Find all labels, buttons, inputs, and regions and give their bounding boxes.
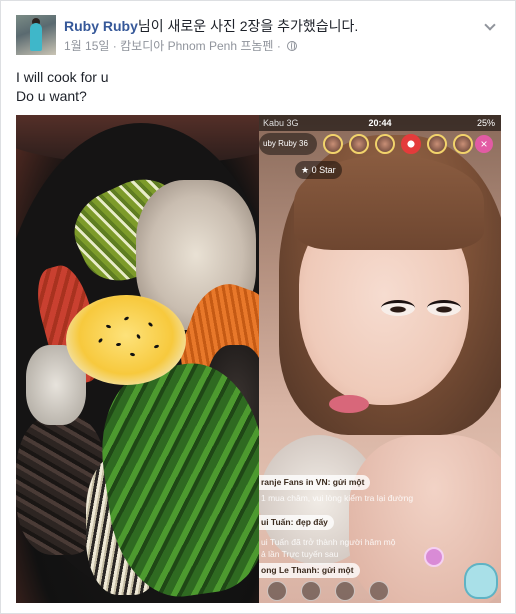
chevron-down-icon[interactable] <box>483 21 497 31</box>
host-name: uby Ruby <box>263 139 297 148</box>
sesame-seed <box>105 324 112 329</box>
share-icon[interactable] <box>369 581 389 601</box>
host-pill[interactable]: uby Ruby 36 <box>259 133 317 155</box>
chat-message: ui Tuấn: đẹp đấy <box>259 515 334 530</box>
sesame-seed <box>153 344 160 349</box>
star-label: 0 Star <box>311 165 336 175</box>
sesame-seed <box>147 321 154 328</box>
sesame-seed <box>135 333 142 340</box>
meta-separator: · <box>112 39 117 53</box>
photo-live-stream[interactable]: Kabu 3G 20:44 25% uby Ruby 36 × ★ 0 Star <box>259 115 501 603</box>
viewer-avatar[interactable] <box>453 134 473 154</box>
chat-message: ranje Fans in VN: gửi một <box>259 475 371 490</box>
sesame-seed <box>123 315 130 322</box>
meta-separator: · <box>276 39 281 53</box>
egg-yolk <box>66 295 186 385</box>
viewer-avatar[interactable] <box>349 134 369 154</box>
post-meta: 1월 15일 · 캄보디아 Phnom Penh 프놈펜 · <box>64 38 298 54</box>
sesame-seed <box>129 352 136 357</box>
eye <box>381 300 415 316</box>
post-action-text: 님이 새로운 사진 2장을 추가했습니다. <box>137 18 359 34</box>
author-avatar[interactable] <box>16 15 56 55</box>
chat-system-message: ả lần Trực tuyến sau <box>261 549 339 559</box>
sesame-seed <box>115 342 122 347</box>
users-icon[interactable] <box>335 581 355 601</box>
phone-status-bar: Kabu 3G 20:44 25% <box>259 115 501 131</box>
author-name-link[interactable]: Ruby Ruby <box>64 18 138 34</box>
battery-label: 25% <box>476 118 495 128</box>
post-date-link[interactable]: 1월 15일 <box>64 39 109 53</box>
live-bottom-bar <box>259 581 501 603</box>
lips <box>329 395 369 413</box>
close-icon[interactable]: × <box>475 135 493 153</box>
post-text-line: I will cook for u <box>16 69 109 85</box>
viewer-avatar[interactable] <box>375 134 395 154</box>
photo-bibimbap[interactable] <box>16 115 259 603</box>
facebook-post: Ruby Ruby님이 새로운 사진 2장을 추가했습니다. 1월 15일 · … <box>0 0 516 614</box>
sesame-seed <box>97 337 104 344</box>
chat-message: ong Le Thanh: gửi một <box>259 563 360 578</box>
post-text: I will cook for u Do u want? <box>16 68 109 106</box>
photo-grid: Kabu 3G 20:44 25% uby Ruby 36 × ★ 0 Star <box>16 115 501 603</box>
post-header: Ruby Ruby님이 새로운 사진 2장을 추가했습니다. 1월 15일 · … <box>16 15 503 57</box>
live-top-bar: uby Ruby 36 × <box>259 133 501 157</box>
message-icon[interactable] <box>301 581 321 601</box>
post-text-line: Do u want? <box>16 88 87 104</box>
gift-icon[interactable] <box>424 547 444 567</box>
post-title-line: Ruby Ruby님이 새로운 사진 2장을 추가했습니다. <box>64 17 358 35</box>
chat-icon[interactable] <box>267 581 287 601</box>
chat-system-message: 1 mua châm, vui lòng kiểm tra lại đường <box>261 493 414 503</box>
host-id: 36 <box>299 139 308 148</box>
status-time: 20:44 <box>368 118 392 128</box>
eye <box>427 300 461 316</box>
avatar-figure-body <box>30 23 42 51</box>
globe-icon[interactable] <box>287 41 298 51</box>
viewer-avatar[interactable] <box>427 134 447 154</box>
viewer-avatar[interactable] <box>323 134 343 154</box>
viewer-avatar[interactable] <box>401 134 421 154</box>
post-location-link[interactable]: 캄보디아 Phnom Penh 프놈펜 <box>120 39 273 53</box>
star-badge: ★ 0 Star <box>295 161 342 179</box>
